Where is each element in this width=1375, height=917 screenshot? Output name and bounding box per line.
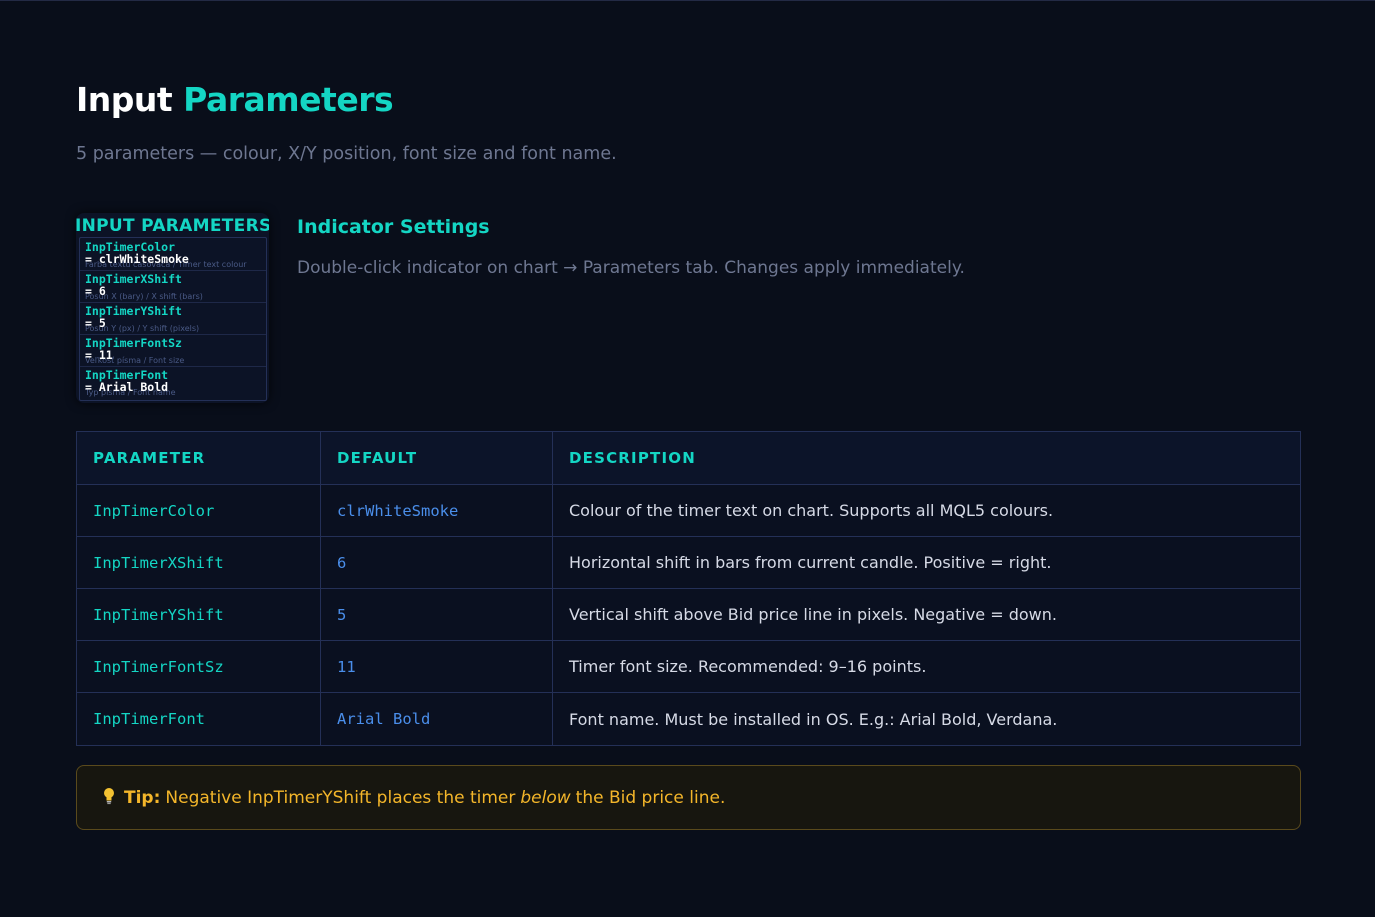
preview-param-value: = 5 — [85, 316, 106, 330]
input-parameters-page: Input Parameters 5 parameters — colour, … — [0, 0, 1375, 917]
preview-row: InpTimerXShift Posun X (bary) / X shift … — [80, 270, 266, 303]
preview-param-value: = clrWhiteSmoke — [85, 252, 189, 266]
table-row: InpTimerFontSz 11 Timer font size. Recom… — [77, 641, 1300, 693]
param-default: Arial Bold — [321, 693, 553, 745]
tip-text-after: the Bid price line. — [575, 787, 726, 808]
page-title: Input Parameters — [76, 80, 394, 119]
preview-row: InpTimerFontSz Veľkosť písma / Font size… — [80, 334, 266, 367]
indicator-settings-description: Double-click indicator on chart → Parame… — [297, 258, 965, 278]
param-description: Horizontal shift in bars from current ca… — [569, 553, 1052, 572]
preview-row: InpTimerColor Farba textu časovača / Tim… — [80, 238, 266, 271]
preview-list: InpTimerColor Farba textu časovača / Tim… — [79, 237, 267, 401]
tip-label: Tip: — [124, 787, 161, 808]
table-row: InpTimerXShift 6 Horizontal shift in bar… — [77, 537, 1300, 589]
preview-header: INPUT PARAMETERS — [76, 216, 269, 236]
preview-row: InpTimerYShift Posun Y (px) / Y shift (p… — [80, 302, 266, 335]
param-default: 5 — [321, 589, 553, 640]
table-header-row: PARAMETER DEFAULT DESCRIPTION — [77, 432, 1300, 485]
param-name: InpTimerFont — [77, 693, 321, 745]
param-description: Vertical shift above Bid price line in p… — [569, 605, 1057, 624]
input-parameters-preview: INPUT PARAMETERS InpTimerColor Farba tex… — [76, 213, 269, 403]
param-default: 11 — [321, 641, 553, 692]
table-row: InpTimerColor clrWhiteSmoke Colour of th… — [77, 485, 1300, 537]
table-row: InpTimerYShift 5 Vertical shift above Bi… — [77, 589, 1300, 641]
parameters-table: PARAMETER DEFAULT DESCRIPTION InpTimerCo… — [76, 431, 1301, 746]
preview-param-value: = 6 — [85, 284, 106, 298]
header-default: DEFAULT — [321, 432, 553, 484]
preview-param-value: = Arial Bold — [85, 380, 169, 394]
table-row: InpTimerFont Arial Bold Font name. Must … — [77, 693, 1300, 745]
indicator-settings-title: Indicator Settings — [297, 216, 490, 238]
tip-text-before: Negative InpTimerYShift places the timer — [165, 787, 516, 808]
param-default: clrWhiteSmoke — [321, 485, 553, 536]
param-description: Colour of the timer text on chart. Suppo… — [569, 501, 1054, 520]
param-name: InpTimerFontSz — [77, 641, 321, 692]
tip-emphasis: below — [520, 787, 571, 808]
lightbulb-icon — [103, 787, 115, 809]
page-title-part2: Parameters — [183, 80, 394, 119]
param-description: Font name. Must be installed in OS. E.g.… — [569, 709, 1058, 729]
param-name: InpTimerColor — [77, 485, 321, 536]
tip-callout: Tip: Negative InpTimerYShift places the … — [76, 765, 1301, 830]
param-name: InpTimerXShift — [77, 537, 321, 588]
param-description: Timer font size. Recommended: 9–16 point… — [569, 657, 927, 676]
page-subtitle: 5 parameters — colour, X/Y position, fon… — [76, 144, 617, 164]
preview-param-value: = 11 — [85, 348, 113, 362]
preview-row: InpTimerFont Typ písma / Font name = Ari… — [80, 366, 266, 398]
header-description: DESCRIPTION — [569, 449, 696, 467]
page-title-part1: Input — [76, 80, 173, 119]
param-default: 6 — [321, 537, 553, 588]
header-parameter: PARAMETER — [77, 432, 321, 484]
param-name: InpTimerYShift — [77, 589, 321, 640]
